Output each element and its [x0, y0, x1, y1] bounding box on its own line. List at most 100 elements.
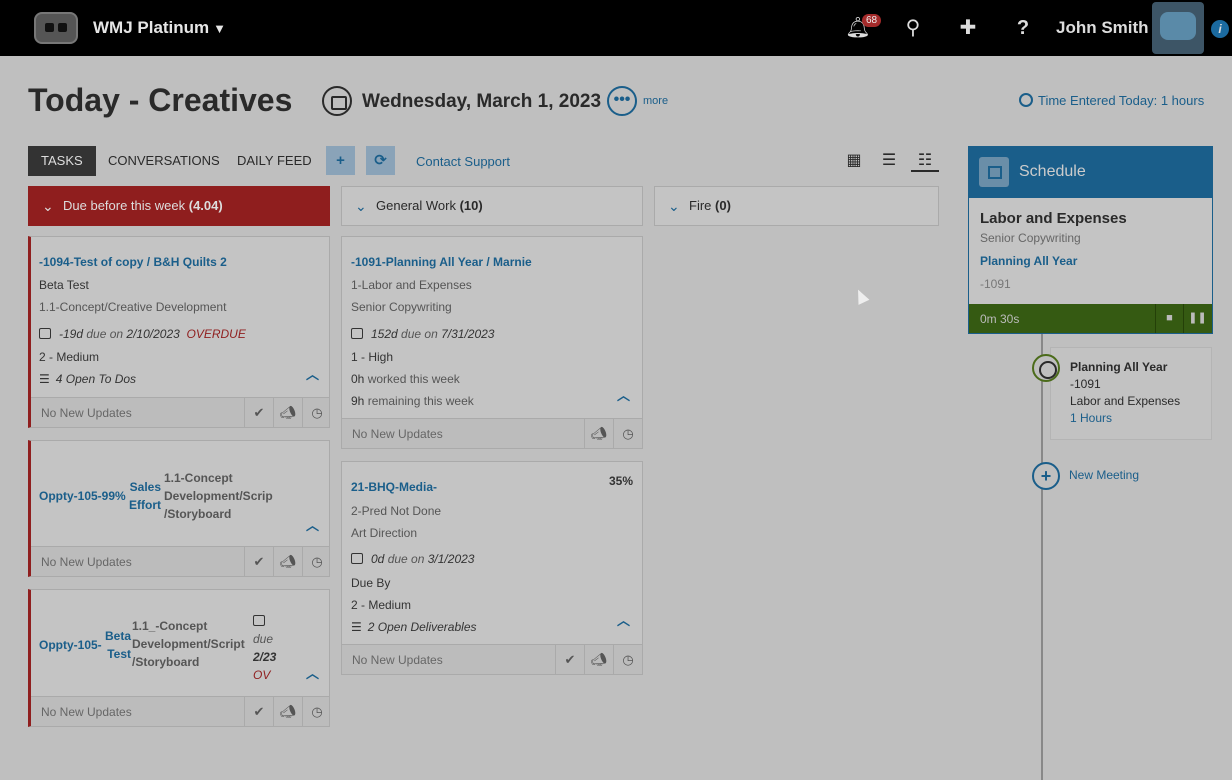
card-footer: No New Updates ✔ 📣︎ ◷ [31, 397, 329, 427]
user-name[interactable]: John Smith [1056, 18, 1149, 38]
task-phase: 1.1-Concept/Creative Development [39, 300, 227, 314]
card-footer: No New Updates 📣︎ ◷ [342, 418, 642, 448]
column-header-fire[interactable]: ⌄ Fire (0) [654, 186, 939, 226]
updates-label: No New Updates [41, 705, 132, 719]
app-logo-icon[interactable] [34, 12, 78, 44]
megaphone-icon[interactable]: 📣︎ [273, 697, 302, 726]
stop-icon[interactable]: ■ [1155, 304, 1183, 333]
more-icon[interactable]: ••• [607, 86, 637, 116]
column-header-general-work[interactable]: ⌄ General Work (10) [341, 186, 643, 226]
org-switcher[interactable]: WMJ Platinum ▼ [93, 18, 226, 38]
active-job-link[interactable]: Planning All Year [980, 254, 1077, 268]
help-icon[interactable]: ? [1009, 14, 1037, 42]
time-entered-link[interactable]: Time Entered Today: 1 hours [1019, 93, 1204, 108]
chevron-down-icon: ⌄ [355, 198, 367, 214]
column-count: (0) [715, 198, 731, 213]
timeline-entry-number: -1091 [1070, 377, 1101, 391]
column-label: Due before this week [63, 198, 186, 213]
task-title[interactable]: Oppty-105- [39, 638, 102, 652]
task-card[interactable]: -1094-Test of copy / B&H Quilts 2 Beta T… [28, 236, 330, 428]
task-title[interactable]: -1094-Test of copy / B&H Quilts 2 [39, 255, 227, 269]
check-icon[interactable]: ✔ [555, 645, 584, 674]
column-count: (10) [459, 198, 483, 213]
megaphone-icon[interactable]: 📣︎ [584, 645, 613, 674]
chevron-up-icon[interactable]: ︿ [306, 364, 319, 383]
list-icon: ☰ [351, 620, 362, 634]
task-card[interactable]: Oppty-105-99% Sales Effort 1.1-Concept Dev… [28, 440, 330, 577]
clock-icon[interactable]: ◷ [613, 419, 642, 448]
clock-icon[interactable]: ◷ [302, 398, 331, 427]
tab-tasks[interactable]: TASKS [28, 146, 96, 176]
task-worked: 0h worked this week [351, 372, 460, 386]
check-icon[interactable]: ✔ [244, 697, 273, 726]
chevron-up-icon[interactable]: ︿ [306, 663, 319, 682]
clock-icon[interactable]: ◷ [613, 645, 642, 674]
clock-icon[interactable]: ◷ [302, 547, 331, 576]
more-link[interactable]: more [643, 95, 668, 107]
task-due-by: Due By [351, 576, 391, 590]
add-task-button[interactable]: + [326, 146, 355, 175]
list-view-icon[interactable]: ☰ [877, 150, 901, 172]
chevron-down-icon: ⌄ [42, 198, 54, 214]
tab-daily-feed[interactable]: DAILY FEED [237, 146, 312, 176]
info-icon[interactable]: i [1211, 20, 1229, 38]
megaphone-icon[interactable]: 📣︎ [584, 419, 613, 448]
column-count: (4.04) [188, 198, 223, 213]
search-icon[interactable]: ⚲ [899, 14, 927, 42]
calendar-icon [351, 328, 363, 339]
calendar-icon [253, 615, 265, 626]
current-date: Wednesday, March 1, 2023 [362, 91, 602, 112]
task-due: due 2/23 OV [253, 612, 277, 684]
timeline-line [1041, 334, 1043, 780]
task-percent: 35% [609, 474, 634, 488]
avatar[interactable] [1152, 2, 1204, 54]
pause-icon[interactable]: ❚❚ [1183, 304, 1211, 333]
org-name: WMJ Platinum [93, 18, 210, 37]
task-phase: 1.1_-Concept Development/Script/Storyboar… [132, 619, 245, 669]
task-due: 0d due on 3/1/2023 [351, 552, 474, 566]
task-card[interactable]: 21-BHQ-Media- 35% 2-Pred Not Done Art Di… [341, 461, 643, 675]
megaphone-icon[interactable]: 📣︎ [273, 547, 302, 576]
add-meeting-icon[interactable]: + [1032, 462, 1060, 490]
overdue-label: OVERDUE [186, 327, 246, 341]
task-title[interactable]: 21-BHQ-Media- [351, 480, 437, 494]
task-title[interactable]: Oppty-105-99% [39, 489, 126, 503]
chevron-up-icon[interactable]: ︿ [306, 515, 319, 534]
top-navigation-bar: WMJ Platinum ▼ 🔔︎ 68 ⚲ ✚ ? John Smith i [0, 0, 1232, 56]
clock-icon[interactable]: ◷ [302, 697, 331, 726]
timeline-entry-hours[interactable]: 1 Hours [1070, 411, 1112, 425]
check-icon[interactable]: ✔ [244, 398, 273, 427]
task-due: 152d due on 7/31/2023 [351, 327, 494, 341]
contact-support-link[interactable]: Contact Support [416, 154, 510, 169]
chevron-up-icon[interactable]: ︿ [617, 610, 630, 629]
task-title[interactable]: -1091-Planning All Year / Marnie [351, 255, 532, 269]
column-view-icon[interactable]: ☷ [911, 150, 939, 172]
task-card[interactable]: -1091-Planning All Year / Marnie 1-Labor… [341, 236, 643, 449]
megaphone-icon[interactable]: 📣︎ [273, 398, 302, 427]
task-line: 2-Pred Not Done [351, 504, 442, 518]
card-footer: No New Updates ✔ 📣︎ ◷ [342, 644, 642, 674]
page-title: Today - Creatives [28, 82, 293, 118]
timeline-entry-title: Planning All Year [1070, 360, 1168, 374]
task-todos[interactable]: ☰ 4 Open To Dos [39, 372, 136, 386]
check-icon[interactable]: ✔ [244, 547, 273, 576]
updates-label: No New Updates [352, 653, 443, 667]
tab-conversations[interactable]: CONVERSATIONS [108, 146, 220, 176]
notification-badge: 68 [862, 14, 882, 27]
task-deliverables[interactable]: ☰ 2 Open Deliverables [351, 620, 477, 634]
active-job-number: -1091 [980, 277, 1011, 291]
schedule-header[interactable]: Schedule [969, 147, 1212, 198]
new-meeting-link[interactable]: New Meeting [1069, 468, 1139, 482]
grid-view-icon[interactable]: ▦ [842, 150, 866, 172]
task-card[interactable]: Oppty-105- Beta Test 1.1_-Concept Developm… [28, 589, 330, 727]
plus-icon[interactable]: ✚ [954, 14, 982, 42]
schedule-title: Schedule [1019, 163, 1086, 180]
refresh-button[interactable]: ⟳ [366, 146, 395, 175]
updates-label: No New Updates [41, 406, 132, 420]
card-footer: No New Updates ✔ 📣︎ ◷ [31, 546, 329, 576]
task-priority: 2 - Medium [351, 598, 412, 612]
task-role: Senior Copywriting [351, 300, 452, 314]
calendar-icon[interactable] [322, 86, 352, 116]
chevron-up-icon[interactable]: ︿ [617, 385, 630, 404]
column-header-due[interactable]: ⌄ Due before this week (4.04) [28, 186, 330, 226]
